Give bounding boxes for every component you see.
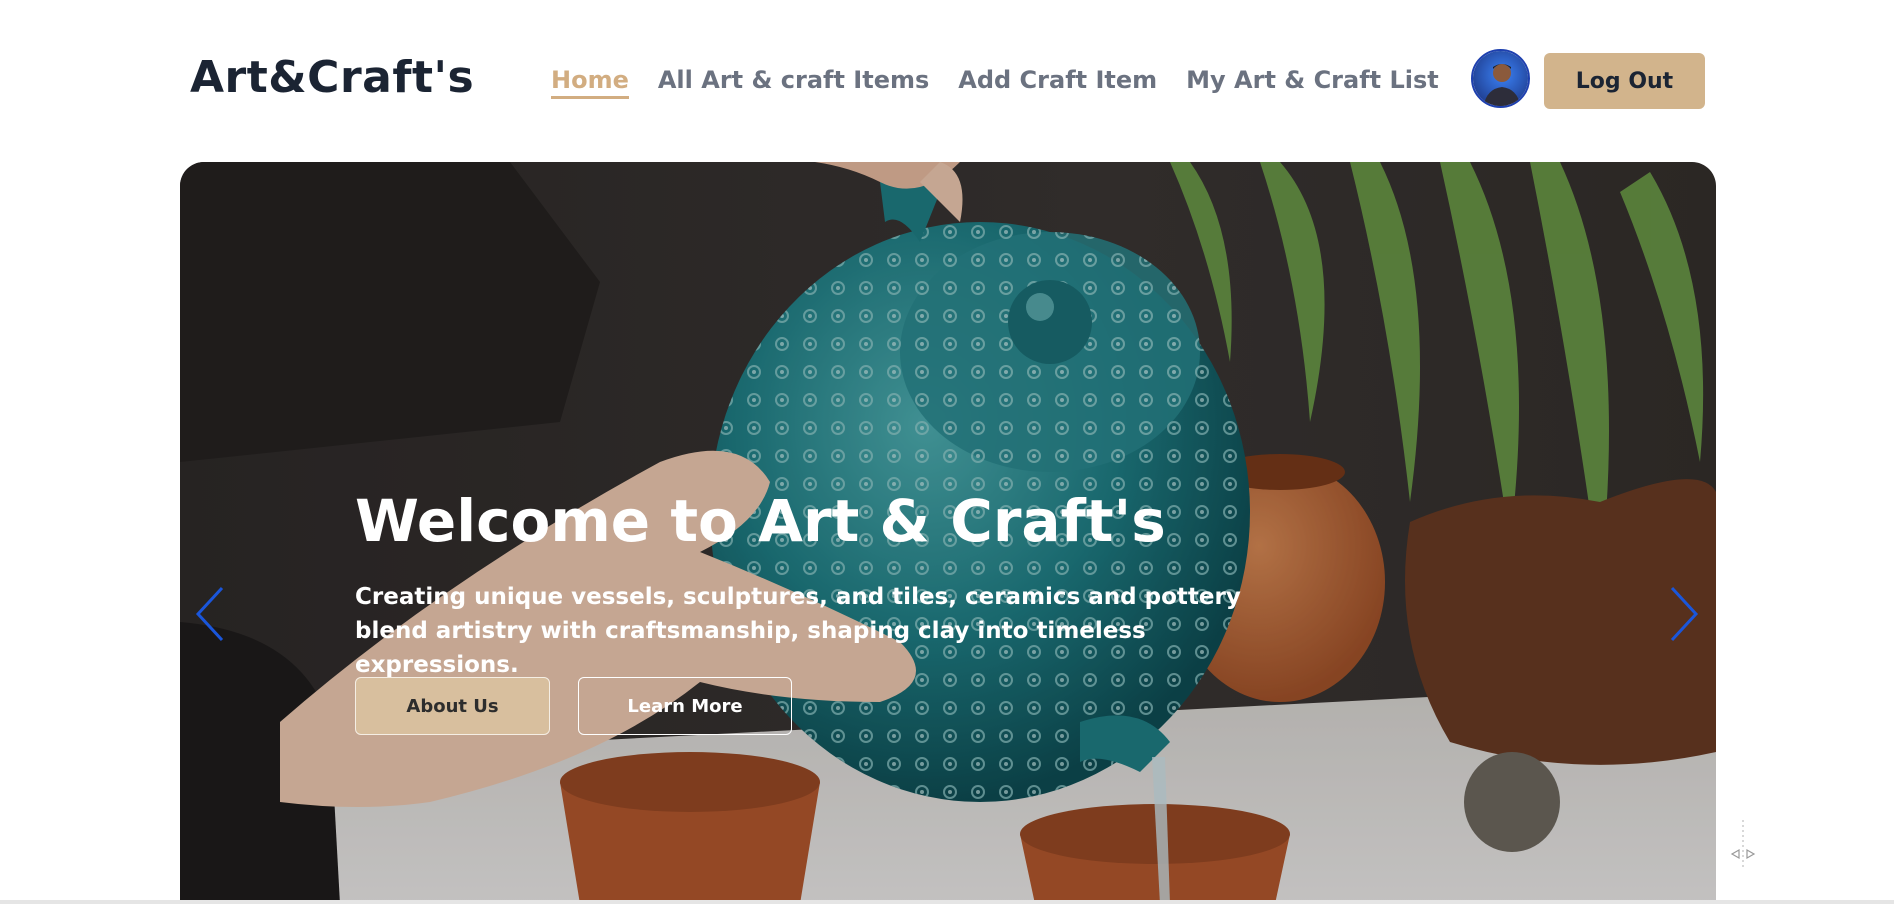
bottom-divider (0, 900, 1894, 904)
carousel-next-button[interactable] (1664, 584, 1704, 644)
nav-my-list[interactable]: My Art & Craft List (1186, 66, 1439, 99)
main-nav: Home All Art & craft Items Add Craft Ite… (551, 66, 1439, 99)
user-avatar[interactable] (1471, 49, 1530, 108)
nav-all-items[interactable]: All Art & craft Items (658, 66, 929, 99)
chevron-right-icon (1670, 586, 1699, 642)
site-logo[interactable]: Art&Craft's (190, 52, 474, 103)
about-us-button[interactable]: About Us (355, 677, 550, 735)
nav-home[interactable]: Home (551, 66, 629, 99)
carousel-prev-button[interactable] (190, 584, 230, 644)
resize-handle-icon[interactable] (1728, 820, 1758, 870)
hero-subtitle: Creating unique vessels, sculptures, and… (355, 584, 1241, 678)
site-header: Art&Craft's Home All Art & craft Items A… (0, 0, 1894, 162)
learn-more-button[interactable]: Learn More (578, 677, 792, 735)
hero-banner: Welcome to Art & Craft's Creating unique… (180, 162, 1716, 904)
avatar-image (1473, 51, 1528, 106)
hero-title: Welcome to Art & Craft's (355, 487, 1166, 555)
nav-add-item[interactable]: Add Craft Item (958, 66, 1157, 99)
chevron-left-icon (195, 586, 224, 642)
logout-button[interactable]: Log Out (1544, 53, 1705, 109)
